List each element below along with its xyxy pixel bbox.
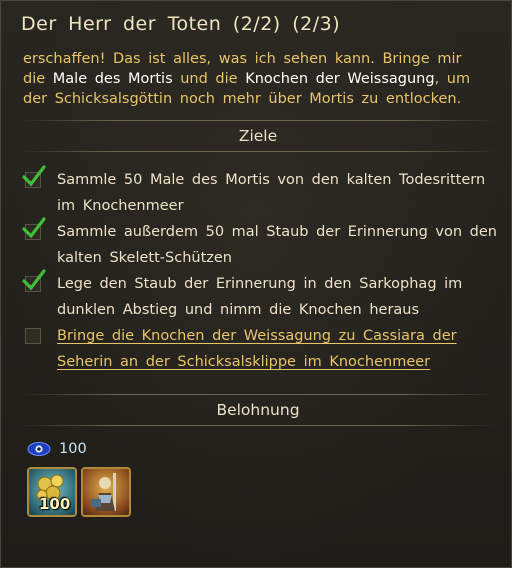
checkbox xyxy=(25,328,41,344)
objectives-header-label: Ziele xyxy=(238,127,278,145)
quest-panel: Der Herr der Toten (2/2) (2/3) erschaffe… xyxy=(0,0,512,568)
objective-item: Sammle 50 Male des Mortis von den kalten… xyxy=(21,165,503,219)
quest-description: erschaffen! Das ist alles, was ich sehen… xyxy=(23,49,485,109)
objective-item: Lege den Staub der Erinnerung in den Sar… xyxy=(21,269,503,323)
quest-title: Der Herr der Toten (2/2) (2/3) xyxy=(21,13,341,35)
reward-item-slot[interactable] xyxy=(81,467,131,517)
reward-item-slot[interactable]: 100 xyxy=(27,467,77,517)
reward-items: 100 xyxy=(27,467,131,517)
checkmark-icon xyxy=(22,269,46,291)
checkmark-icon xyxy=(22,165,46,187)
objective-link[interactable]: Bringe die Knochen der Weissagung zu Cas… xyxy=(57,328,457,370)
experience-reward: 100 xyxy=(27,441,87,457)
checkmark-icon xyxy=(22,217,46,239)
objectives-header: Ziele xyxy=(19,120,497,152)
objective-text: Lege den Staub der Erinnerung in den Sar… xyxy=(57,276,463,318)
item-quantity: 100 xyxy=(39,495,71,513)
reward-header-label: Belohnung xyxy=(216,401,300,419)
reward-header: Belohnung xyxy=(19,394,497,426)
objective-text: Sammle 50 Male des Mortis von den kalten… xyxy=(57,172,486,214)
item-link-knochen-der-weissagung[interactable]: Knochen der Weissagung xyxy=(245,71,434,87)
experience-value: 100 xyxy=(59,441,87,457)
objective-text: Sammle außerdem 50 mal Staub der Erinner… xyxy=(57,224,497,266)
item-link-male-des-mortis[interactable]: Male des Mortis xyxy=(53,71,173,87)
eye-icon xyxy=(27,442,51,456)
objective-item-active[interactable]: Bringe die Knochen der Weissagung zu Cas… xyxy=(21,323,503,375)
objective-item: Sammle außerdem 50 mal Staub der Erinner… xyxy=(21,217,503,271)
objectives-list: Sammle 50 Male des Mortis von den kalten… xyxy=(21,165,503,375)
description-text: und die xyxy=(172,71,246,87)
warrior-portrait-icon xyxy=(91,473,116,511)
